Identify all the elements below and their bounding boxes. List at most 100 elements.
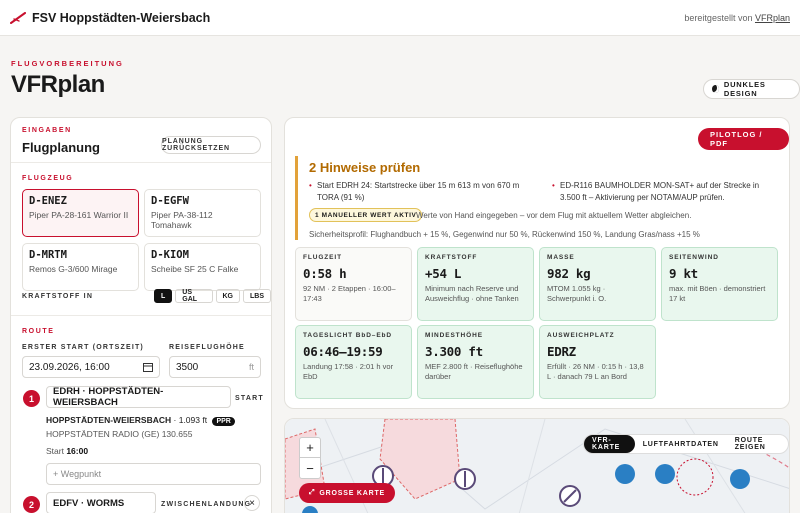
aircraft-reg: D-KIOM (151, 249, 189, 261)
card-key: MASSE (547, 254, 575, 261)
page-title: VFRplan (11, 71, 105, 98)
summary-panel: PILOTLOG / PDF 2 Hinweise prüfen Start E… (284, 117, 790, 409)
moon-icon (712, 85, 719, 93)
zoom-out-button[interactable]: − (300, 458, 320, 478)
waypoint-role: START (235, 395, 264, 402)
card-detail: Erfüllt · 26 NM · 0:15 h · 13,8 L · dana… (547, 362, 644, 382)
card-detail: MTOM 1.055 kg · Schwerpunkt i. O. (547, 284, 607, 304)
card-min-altitude: MINDESTHÖHE 3.300 ft MEF 2.800 ft · Reis… (417, 325, 534, 399)
aircraft-type: Remos G-3/600 Mirage (29, 264, 118, 274)
manual-value-text: Werte von Hand eingegeben – vor dem Flug… (416, 211, 692, 220)
aircraft-card-dkiom[interactable]: D-KIOM Scheibe SF 25 C Falke (144, 243, 261, 291)
card-value: 982 kg (547, 266, 591, 281)
card-daylight: TAGESLICHT BbD–EbD 06:46–19:59 Landung 1… (295, 325, 412, 399)
credit-prefix: bereitgestellt von (684, 12, 753, 23)
aircraft-card-dmrtm[interactable]: D-MRTM Remos G-3/600 Mirage (22, 243, 139, 291)
map-tabs: VFR-KARTE LUFTFAHRTDATEN ROUTE ZEIGEN (583, 434, 789, 454)
divider (11, 315, 271, 316)
fuel-unit-l[interactable]: L (154, 289, 173, 303)
card-value: +54 L (425, 266, 462, 281)
card-fuel: KRAFTSTOFF +54 L Minimum nach Reserve un… (417, 247, 534, 321)
page-kicker: FLUGVORBEREITUNG (11, 59, 124, 68)
reset-planning-button[interactable]: PLANUNG ZURÜCKSETZEN (161, 136, 261, 154)
aircraft-type: Piper PA-38-112 Tomahawk (151, 210, 213, 231)
large-map-label: GROSSE KARTE (319, 489, 386, 497)
card-alternate: AUSWEICHPLATZ EDRZ Erfüllt · 26 NM · 0:1… (539, 325, 656, 399)
card-key: SEITENWIND (669, 254, 719, 261)
start-label: ERSTER START (ORTSZEIT) (22, 344, 144, 351)
aircraft-reg: D-EGFW (151, 195, 189, 207)
remove-waypoint-button[interactable]: × (244, 495, 260, 511)
ppr-badge: PPR (212, 417, 235, 426)
card-value: 3.300 ft (425, 344, 483, 359)
card-detail: max. mit Böen · demonstriert 17 kt (669, 284, 766, 304)
top-bar: FSV Hoppstädten-Weiersbach bereitgestell… (0, 0, 800, 36)
start-time-value: 16:00 (66, 446, 89, 456)
cruise-label: REISEFLUGHÖHE (169, 344, 245, 351)
card-crosswind: SEITENWIND 9 kt max. mit Böen · demonstr… (661, 247, 778, 321)
card-mass: MASSE 982 kg MTOM 1.055 kg · Schwerpunkt… (539, 247, 656, 321)
tab-aviation-data[interactable]: LUFTFAHRTDATEN (635, 435, 727, 453)
map-panel: + − VFR-KARTE LUFTFAHRTDATEN ROUTE ZEIGE… (284, 418, 790, 513)
airfield-radio: HOPPSTÄDTEN RADIO (GE) 130.655 (46, 429, 193, 439)
tab-show-route[interactable]: ROUTE ZEIGEN (727, 435, 788, 453)
fuel-unit-usgal[interactable]: US GAL (175, 289, 213, 303)
inputs-eyebrow: EINGABEN (22, 127, 72, 134)
start-datetime-value: 23.09.2026, 16:00 (29, 361, 110, 373)
dark-mode-button[interactable]: DUNKLES DESIGN (703, 79, 800, 99)
card-flight-time: FLUGZEIT 0:58 h 92 NM · 2 Etappen · 16:0… (295, 247, 412, 321)
expand-icon: ⤢ (309, 489, 316, 496)
fuel-unit-selector: L US GAL KG LBS (154, 289, 271, 303)
card-value: EDRZ (547, 344, 576, 359)
tab-vfr-map[interactable]: VFR-KARTE (584, 435, 635, 453)
warning-item: Start EDRH 24: Startstrecke über 15 m 61… (309, 180, 542, 203)
aircraft-label: FLUGZEUG (22, 175, 74, 182)
card-key: FLUGZEIT (303, 254, 342, 261)
card-key: TAGESLICHT BbD–EbD (303, 332, 393, 339)
card-detail: 92 NM · 2 Etappen · 16:00–17:43 (303, 284, 396, 304)
card-detail: MEF 2.800 ft · Reiseflughöhe darüber (425, 362, 523, 382)
airfield-info: HOPPSTÄDTEN-WEIERSBACH · 1.093 ft PPR (46, 415, 235, 426)
waypoint-number: 1 (23, 390, 40, 407)
aircraft-type: Scheibe SF 25 C Falke (151, 264, 239, 274)
zoom-in-button[interactable]: + (300, 438, 320, 458)
card-value: 0:58 h (303, 266, 347, 281)
fuel-unit-label: KRAFTSTOFF IN (22, 293, 94, 300)
route-label: ROUTE (22, 328, 55, 335)
planning-title: Flugplanung (22, 140, 100, 155)
safety-profile: Sicherheitsprofil: Flughandbuch + 15 %, … (309, 230, 700, 239)
credit-link[interactable]: VFRplan (755, 13, 790, 23)
aircraft-card-denez[interactable]: D-ENEZ Piper PA-28-161 Warrior II (22, 189, 139, 237)
card-detail: Landung 17:58 · 2:01 h vor EbD (303, 362, 394, 382)
waypoint-input[interactable]: EDRH · HOPPSTÄDTEN-WEIERSBACH (46, 386, 231, 408)
start-time: Start 16:00 (46, 446, 88, 456)
map-zoom-control: + − (299, 437, 321, 479)
planning-panel: EINGABEN Flugplanung PLANUNG ZURÜCKSETZE… (10, 117, 272, 513)
fuel-unit-kg[interactable]: KG (215, 289, 240, 303)
calendar-icon[interactable] (143, 362, 153, 372)
warning-item: ED-R116 BAUMHOLDER MON-SAT+ auf der Stre… (552, 180, 780, 203)
card-key: MINDESTHÖHE (425, 332, 483, 339)
card-value: 06:46–19:59 (303, 344, 383, 359)
plane-logo-icon (10, 11, 26, 24)
dark-mode-label: DUNKLES DESIGN (723, 80, 766, 98)
aircraft-card-degfw[interactable]: D-EGFW Piper PA-38-112 Tomahawk (144, 189, 261, 237)
large-map-button[interactable]: ⤢ GROSSE KARTE (299, 483, 396, 503)
fuel-unit-lbs[interactable]: LBS (243, 289, 271, 303)
airfield-elevation: · 1.093 ft (173, 415, 208, 425)
start-datetime-input[interactable]: 23.09.2026, 16:00 (22, 356, 160, 378)
aircraft-reg: D-MRTM (29, 249, 67, 261)
waypoint-role: ZWISCHENLANDUNG (161, 501, 252, 508)
pilotlog-pdf-button[interactable]: PILOTLOG / PDF (698, 128, 789, 150)
card-key: AUSWEICHPLATZ (547, 332, 615, 339)
add-waypoint-input[interactable]: + Wegpunkt (46, 463, 261, 485)
warning-title: 2 Hinweise prüfen (309, 160, 421, 175)
waypoint-input[interactable]: EDFV · WORMS (46, 492, 156, 513)
cruise-altitude-value: 3500 (176, 361, 199, 373)
cruise-altitude-input[interactable]: 3500 ft (169, 356, 261, 378)
cruise-unit: ft (248, 362, 254, 372)
waypoint-number: 2 (23, 496, 40, 513)
club-name: FSV Hoppstädten-Weiersbach (32, 10, 211, 25)
manual-value-badge: 1 MANUELLER WERT AKTIV (309, 208, 423, 222)
card-key: KRAFTSTOFF (425, 254, 478, 261)
